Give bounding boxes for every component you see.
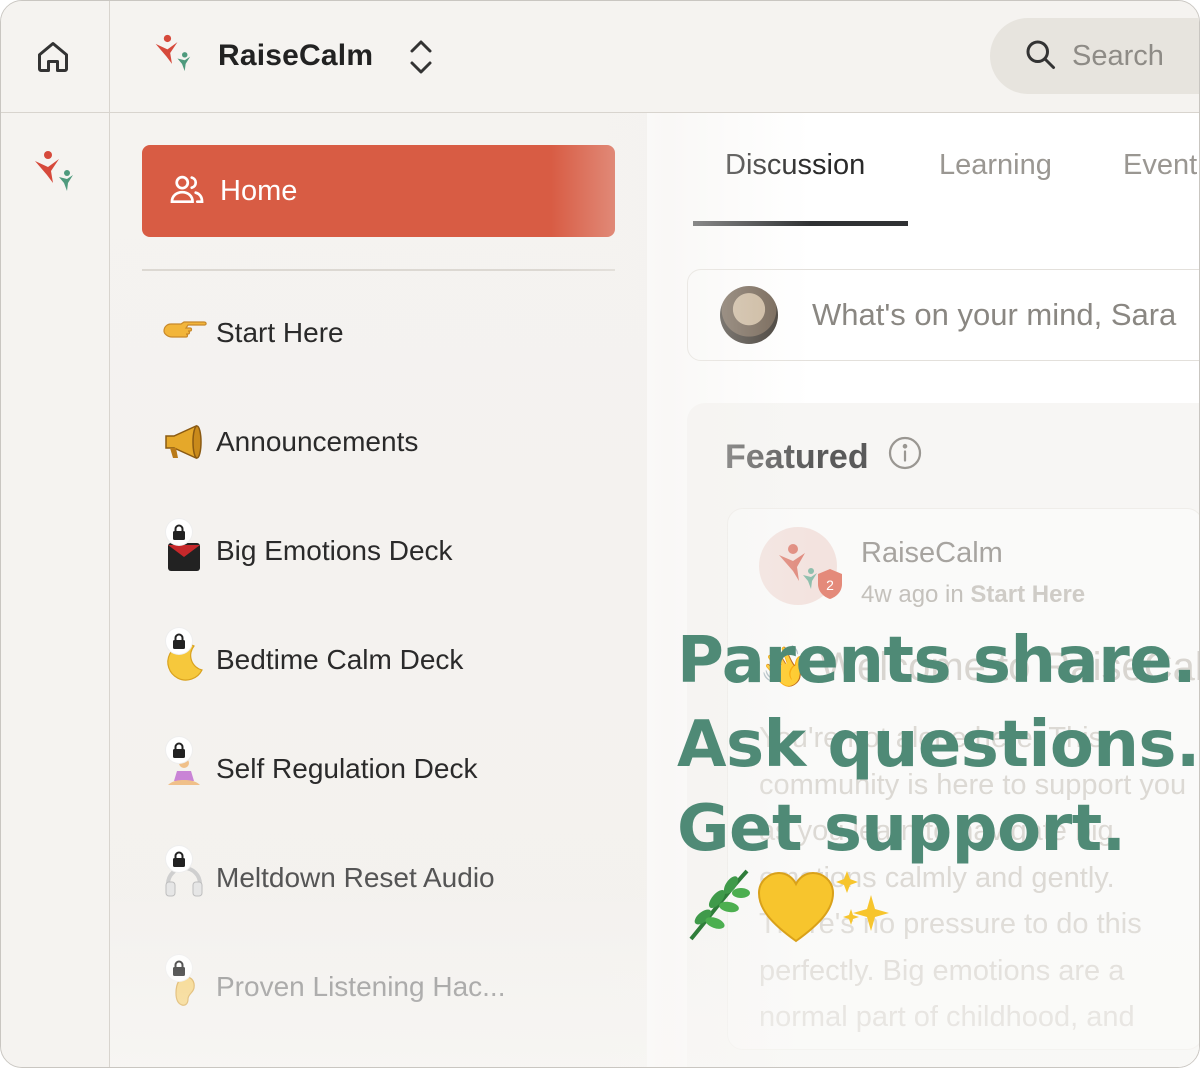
sidebar-item-label: Home — [220, 174, 298, 207]
app-name: RaiseCalm — [218, 38, 374, 72]
tab-events[interactable]: Event — [1123, 149, 1197, 182]
tab-bar: Discussion Learning Event — [647, 113, 1199, 229]
herb-icon — [689, 869, 750, 941]
sidebar-item-label: Meltdown Reset Audio — [216, 862, 495, 893]
megaphone-icon — [160, 418, 208, 466]
sidebar-item-home[interactable]: Home — [142, 145, 615, 237]
search-button[interactable]: Search — [990, 18, 1199, 94]
tab-discussion[interactable]: Discussion — [725, 149, 865, 182]
tagline-line: Get support. — [677, 792, 1126, 866]
community-logo-icon[interactable] — [31, 149, 75, 198]
meditation-icon — [160, 737, 208, 793]
raisecalm-logo-icon — [152, 31, 192, 80]
lock-icon — [166, 955, 192, 981]
sidebar-item-label: Self Regulation Deck — [216, 753, 478, 784]
sidebar-item-meltdown-reset-audio[interactable]: Meltdown Reset Audio — [160, 846, 495, 908]
chevron-up-down-icon[interactable] — [406, 37, 436, 82]
lock-icon — [166, 628, 192, 654]
info-icon[interactable] — [887, 435, 923, 480]
sidebar-item-label: Bedtime Calm Deck — [216, 644, 464, 675]
shield-badge-icon: 2 — [815, 567, 845, 601]
sidebar-item-label: Big Emotions Deck — [216, 535, 453, 566]
icon-rail — [1, 1, 110, 1067]
composer-placeholder: What's on your mind, Sara — [812, 297, 1177, 332]
sidebar-divider — [142, 269, 615, 271]
tagline-line: Parents share. — [677, 624, 1196, 698]
sparkles-icon — [836, 871, 889, 931]
sidebar-item-big-emotions-deck[interactable]: Big Emotions Deck — [160, 519, 453, 581]
post-meta: 4w ago in Start Here — [861, 581, 1085, 609]
sidebar-item-announcements[interactable]: Announcements — [160, 412, 418, 472]
rail-divider — [1, 112, 109, 113]
lock-icon — [166, 846, 192, 872]
yellow-heart-icon — [757, 871, 835, 943]
crescent-moon-icon — [160, 628, 208, 684]
lock-icon — [166, 519, 192, 545]
app-window: RaiseCalm Search Home Start Here Announc… — [0, 0, 1200, 1068]
brand[interactable]: RaiseCalm — [152, 31, 373, 80]
avatar — [720, 286, 778, 344]
tagline-emoji: 🌿💛✨ — [681, 865, 911, 945]
headphones-icon — [160, 846, 208, 902]
search-icon — [1022, 36, 1058, 77]
badge-count: 2 — [826, 577, 834, 593]
sidebar: Home Start Here Announcements Big Emotio… — [110, 113, 646, 1067]
tagline-line: Ask questions. — [677, 708, 1200, 782]
ear-icon — [160, 955, 208, 1011]
featured-heading: Featured — [725, 435, 923, 480]
sidebar-item-label: Announcements — [216, 426, 419, 457]
sidebar-item-self-regulation-deck[interactable]: Self Regulation Deck — [160, 737, 478, 799]
sidebar-item-start-here[interactable]: Start Here — [160, 303, 344, 363]
lock-icon — [166, 737, 192, 763]
sidebar-item-label: Proven Listening Hac... — [216, 971, 506, 1002]
post-composer[interactable]: What's on your mind, Sara — [687, 269, 1199, 361]
tab-learning[interactable]: Learning — [939, 149, 1052, 182]
tagline-overlay: Parents share. Ask questions. Get suppor… — [677, 619, 1200, 943]
sidebar-item-bedtime-calm-deck[interactable]: Bedtime Calm Deck — [160, 628, 464, 690]
search-label: Search — [1072, 39, 1164, 72]
post-space-link[interactable]: Start Here — [970, 581, 1085, 608]
sidebar-item-proven-listening-hacks[interactable]: Proven Listening Hac... — [160, 955, 506, 1017]
featured-title: Featured — [725, 438, 869, 476]
envelope-icon — [160, 519, 208, 575]
home-icon[interactable] — [31, 35, 75, 79]
active-tab-indicator — [693, 221, 908, 226]
pointing-hand-icon — [160, 309, 208, 357]
post-author: RaiseCalm — [861, 537, 1003, 569]
top-bar: RaiseCalm Search — [110, 1, 1199, 113]
post-time: 4w ago in — [861, 581, 964, 608]
sidebar-item-label: Start Here — [216, 317, 344, 348]
people-icon — [168, 170, 206, 213]
